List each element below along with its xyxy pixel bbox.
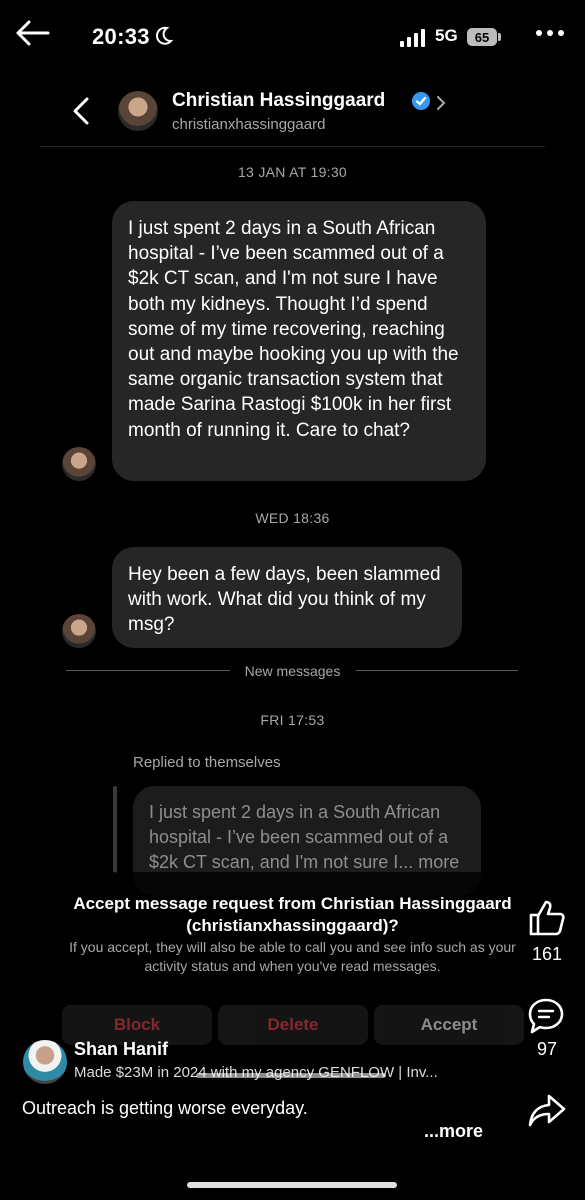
battery-indicator: 65 [467, 28, 497, 46]
message-bubble[interactable]: I just spent 2 days in a South African h… [112, 201, 486, 481]
delete-button[interactable]: Delete [218, 1005, 368, 1045]
comment-icon[interactable] [527, 997, 565, 1035]
timestamp: WED 18:36 [255, 510, 330, 526]
timestamp: 13 JAN AT 19:30 [237, 164, 348, 180]
sender-avatar[interactable] [62, 447, 96, 481]
poster-name[interactable]: Shan Hanif [74, 1039, 168, 1060]
sender-avatar[interactable] [62, 614, 96, 648]
thumbs-up-icon[interactable] [527, 898, 567, 938]
share-icon[interactable] [527, 1091, 567, 1131]
battery-tip [498, 33, 501, 41]
moon-icon [156, 26, 173, 45]
request-title: Accept message request from Christian Ha… [73, 894, 512, 935]
contact-avatar[interactable] [118, 91, 158, 131]
comment-count: 97 [536, 1039, 558, 1059]
signal-icon [400, 29, 425, 47]
accept-button[interactable]: Accept [374, 1005, 524, 1045]
video-scrub-bar[interactable] [196, 1073, 386, 1078]
status-time: 20:33 [92, 24, 150, 49]
like-count: 161 [531, 944, 563, 964]
contact-name[interactable]: Christian Hassinggaard [172, 90, 385, 112]
poster-avatar[interactable] [23, 1040, 67, 1084]
replied-label: Replied to themselves [133, 754, 281, 771]
verified-icon [412, 92, 430, 110]
contact-handle: christianxhassinggaard [172, 116, 326, 133]
caption-more-link[interactable]: ...more [424, 1121, 483, 1142]
header-divider [40, 146, 545, 147]
chevron-right-icon[interactable] [436, 96, 446, 110]
reply-quote-bar [113, 786, 117, 874]
network-type: 5G [435, 26, 458, 45]
message-bubble[interactable]: Hey been a few days, been slammed with w… [112, 547, 462, 648]
chevron-left-icon[interactable] [70, 96, 94, 126]
back-arrow-icon[interactable] [14, 18, 50, 48]
reel-caption: Outreach is getting worse everyday. [22, 1098, 308, 1118]
new-messages-label: New messages [0, 663, 585, 679]
request-description: If you accept, they will also be able to… [69, 939, 516, 974]
timestamp: FRI 17:53 [260, 712, 325, 728]
home-indicator[interactable] [187, 1182, 397, 1188]
more-icon[interactable] [536, 30, 564, 36]
